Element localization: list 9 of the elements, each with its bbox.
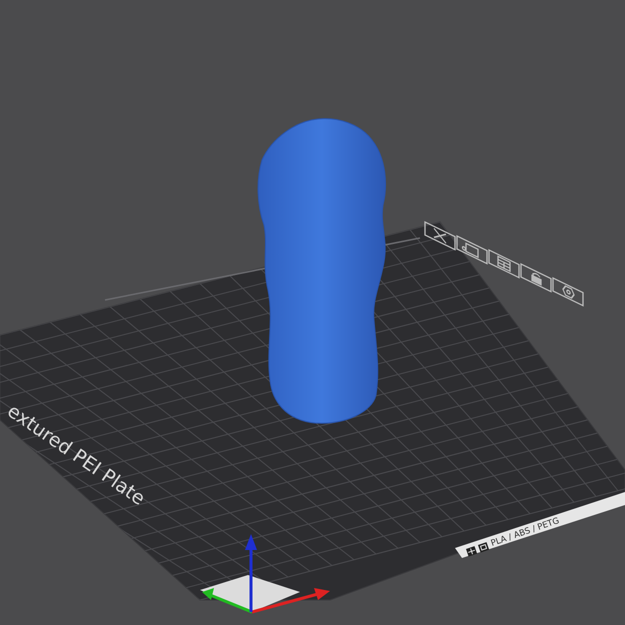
hexagon-icon[interactable] bbox=[552, 276, 584, 307]
filament-label: PLA / ABS / PETG bbox=[490, 516, 561, 549]
picture-icon[interactable] bbox=[456, 234, 488, 265]
grid-icon bbox=[466, 546, 478, 557]
close-icon[interactable] bbox=[424, 220, 456, 251]
layout-icon[interactable] bbox=[488, 248, 520, 279]
y-axis-arrow bbox=[202, 588, 253, 614]
lock-icon[interactable] bbox=[520, 262, 552, 293]
square-icon bbox=[478, 542, 490, 553]
